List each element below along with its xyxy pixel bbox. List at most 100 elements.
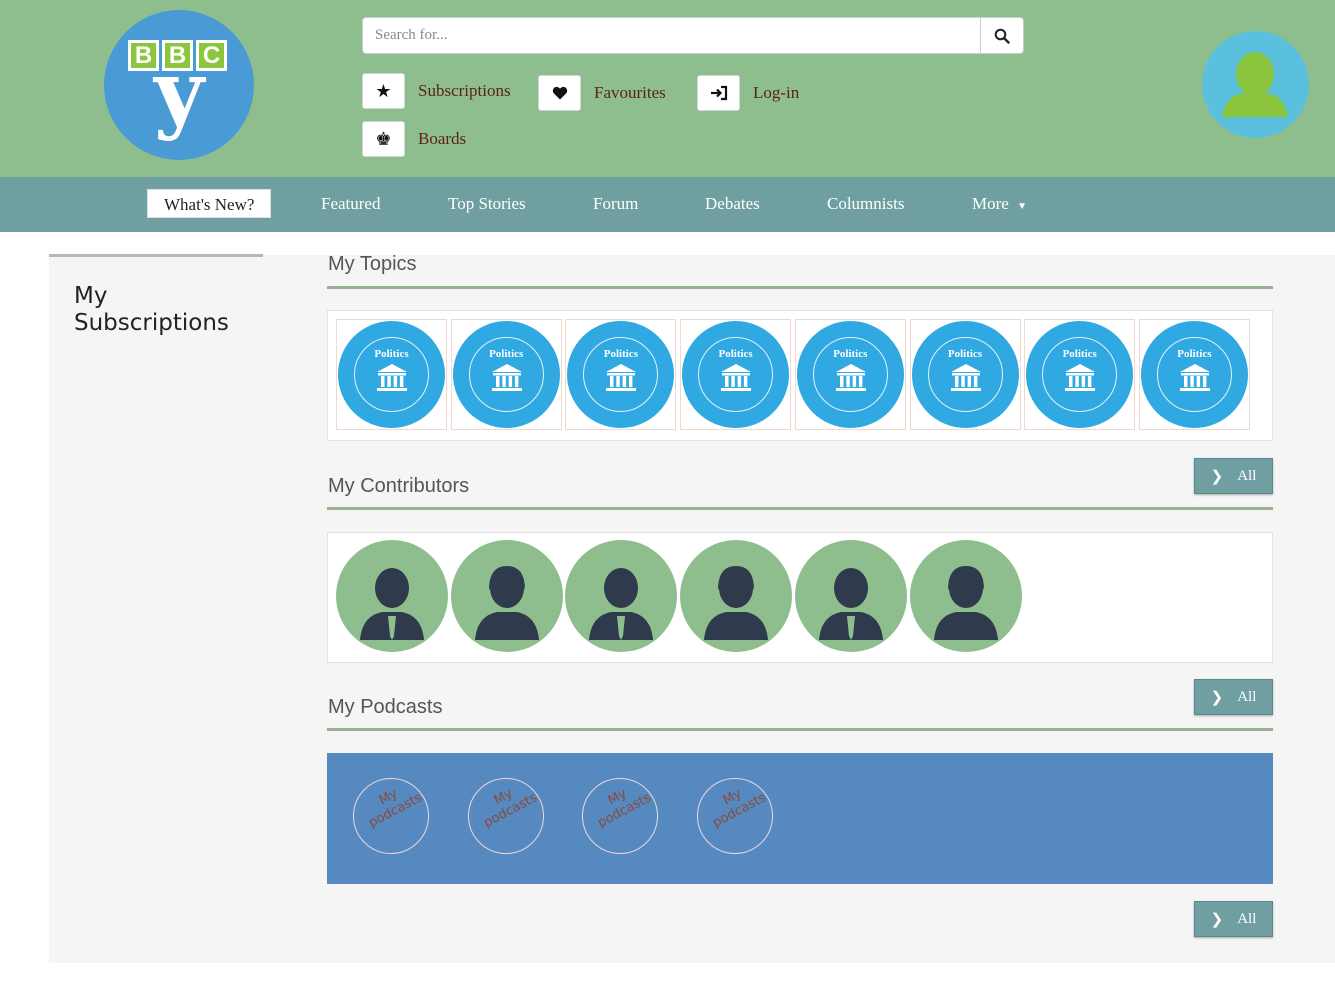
nav-forum[interactable]: Forum [593,189,638,218]
topic-label: Politics [489,348,524,360]
user-avatar[interactable] [1200,29,1311,140]
heart-icon [552,86,567,100]
topic-item[interactable]: Politics [680,319,792,430]
contributors-divider [327,507,1273,510]
nav-featured[interactable]: Featured [321,189,380,218]
topic-label: Politics [833,348,868,360]
government-building-icon [835,364,866,391]
sidebar-title-line1: My [74,283,108,309]
topic-badge: Politics [338,321,445,428]
boards-link[interactable]: ♚ Boards [362,121,466,157]
podcast-item[interactable]: My podcasts [697,778,774,854]
topic-badge: Politics [452,321,560,428]
chevron-right-icon: ❯ [1210,468,1224,485]
boards-button[interactable]: ♚ [362,121,405,157]
contributors-all-button[interactable]: ❯ All [1194,679,1273,715]
login-button[interactable] [697,75,740,111]
podcasts-all-button[interactable]: ❯ All [1194,901,1273,937]
search-bar [362,17,1024,54]
topic-item[interactable]: Politics [794,319,906,430]
contributor-avatar[interactable] [794,540,907,652]
contributors-panel [327,532,1273,663]
search-icon [994,28,1010,44]
topic-label: Politics [718,348,753,360]
contributors-heading: My Contributors [328,475,470,497]
sidebar-title: My Subscriptions [74,283,229,337]
all-label: All [1237,467,1257,484]
topic-item[interactable]: Politics [909,319,1021,430]
podcast-label: My podcasts [469,779,543,835]
podcast-label: My podcasts [698,779,772,835]
topic-badge: Politics [1026,321,1134,428]
topic-label: Politics [1062,348,1097,360]
government-building-icon [377,364,407,391]
podcasts-divider [327,728,1273,731]
user-icon [1222,52,1288,117]
sidebar-title-line2: Subscriptions [74,310,229,336]
female-user-icon [704,566,769,640]
chess-king-icon: ♚ [375,128,392,149]
contributor-avatar[interactable] [909,540,1022,652]
government-building-icon [491,364,522,391]
topic-badge: Politics [682,321,790,428]
topic-item[interactable]: Politics [1024,319,1136,430]
topic-item[interactable]: Politics [450,319,562,430]
sidebar-divider [49,254,263,257]
male-user-icon [818,568,883,640]
contributor-avatar[interactable] [336,540,448,652]
podcast-item[interactable]: My podcasts [582,778,659,854]
caret-down-icon: ▼ [1017,201,1027,212]
topic-label: Politics [947,348,983,360]
topic-badge: Politics [1140,321,1248,428]
boards-label[interactable]: Boards [418,129,466,149]
female-user-icon [933,566,998,640]
podcast-item[interactable]: My podcasts [353,778,429,854]
topic-item[interactable]: Politics [1138,319,1250,430]
login-label[interactable]: Log-in [753,83,799,103]
podcasts-heading: My Podcasts [328,696,443,718]
topic-item[interactable]: Politics [565,319,677,430]
chevron-right-icon: ❯ [1210,689,1224,706]
topics-divider [327,286,1273,289]
all-label: All [1237,910,1257,927]
contributor-avatar[interactable] [680,540,793,652]
search-input[interactable] [362,17,980,54]
nav-whats-new[interactable]: What's New? [147,189,272,218]
topic-label: Politics [374,348,409,360]
subscriptions-link[interactable]: ★ Subscriptions [362,73,511,109]
topics-panel: Politics Politics Politics Politics Politics… [327,310,1273,441]
contributor-avatar[interactable] [450,540,563,652]
government-building-icon [1065,364,1096,391]
podcasts-panel: My podcasts My podcasts My podcasts My podcasts [327,753,1273,884]
star-icon: ★ [375,80,392,101]
topic-label: Politics [603,348,638,360]
nav-more[interactable]: More ▼ [972,189,1027,218]
main-nav: What's New? Featured Top Stories Forum D… [0,177,1335,232]
site-header: B B C y ★ Subscriptions Favourites [0,0,1335,177]
podcast-label: My podcasts [583,779,657,835]
contributor-avatar[interactable] [565,540,678,652]
topics-all-button[interactable]: ❯ All [1194,458,1273,494]
search-button[interactable] [980,17,1024,54]
bbc-y-logo[interactable]: B B C y [104,10,254,160]
logo-letter-y: y [154,42,204,143]
government-building-icon [606,364,637,391]
nav-debates[interactable]: Debates [705,189,760,218]
nav-columnists[interactable]: Columnists [827,189,904,218]
subscriptions-button[interactable]: ★ [362,73,405,109]
male-user-icon [360,568,424,640]
favourites-link[interactable]: Favourites [538,75,666,111]
topic-badge: Politics [796,321,904,428]
government-building-icon [950,364,981,391]
topic-badge: Politics [567,321,675,428]
subscriptions-label[interactable]: Subscriptions [418,81,511,101]
government-building-icon [1179,364,1210,391]
favourites-label[interactable]: Favourites [594,83,666,103]
topic-item[interactable]: Politics [336,319,447,430]
login-link[interactable]: Log-in [697,75,799,111]
government-building-icon [721,364,752,391]
male-user-icon [589,568,654,640]
favourites-button[interactable] [538,75,581,111]
nav-top-stories[interactable]: Top Stories [448,189,526,218]
podcast-item[interactable]: My podcasts [467,778,544,854]
